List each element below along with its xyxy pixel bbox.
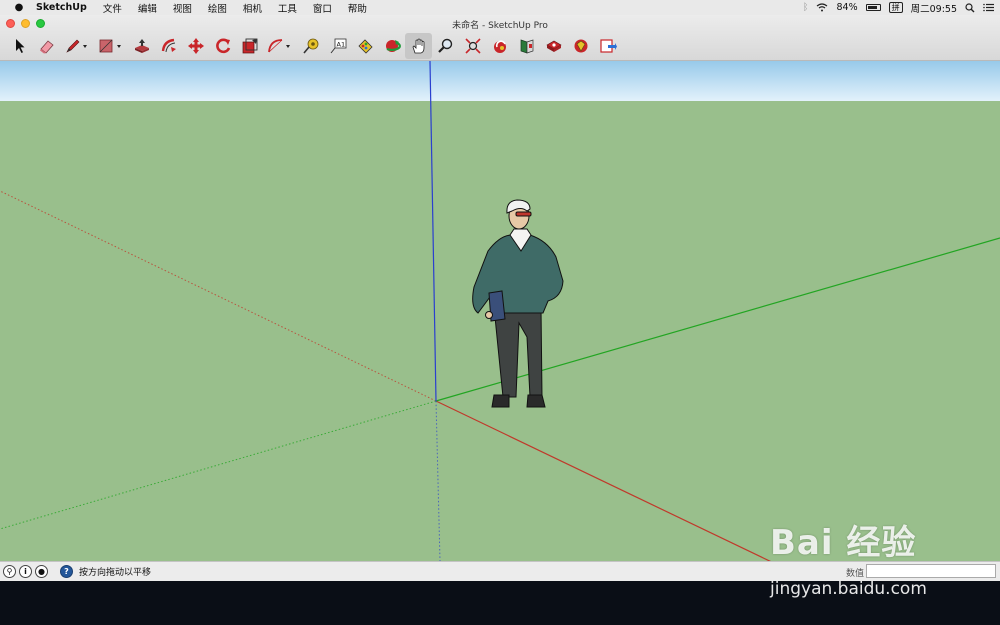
- menu-bar: ● SketchUp 文件 编辑 视图 绘图 相机 工具 窗口 帮助 ᛒ 84%…: [0, 0, 1000, 15]
- measurements-label: 数值: [845, 569, 864, 579]
- figure-left-shoe: [491, 394, 510, 408]
- send-to-layout-icon: [599, 39, 617, 53]
- tool-eraser[interactable]: [33, 33, 60, 59]
- section-plane-icon: [520, 39, 533, 54]
- geolocation-icon[interactable]: ⚲: [3, 565, 16, 578]
- select-arrow-icon: [15, 39, 24, 53]
- desktop-background: [0, 581, 1000, 625]
- tool-previous-view[interactable]: [486, 33, 513, 59]
- figure-hand: [485, 311, 493, 319]
- main-toolbar: A1: [6, 33, 621, 59]
- component-warehouse-icon: [545, 40, 562, 52]
- tool-send-to-layout[interactable]: [594, 33, 621, 59]
- pencil-icon: [66, 39, 87, 53]
- tool-rectangle[interactable]: [94, 33, 128, 59]
- tool-text[interactable]: A1: [324, 33, 351, 59]
- menu-edit[interactable]: 编辑: [130, 1, 165, 15]
- help-icon[interactable]: ?: [60, 565, 73, 578]
- battery-percent: 84%: [836, 2, 858, 13]
- tool-offset[interactable]: [155, 33, 182, 59]
- menu-file[interactable]: 文件: [95, 1, 130, 15]
- tape-measure-icon: [302, 38, 318, 54]
- scene-canvas[interactable]: [0, 61, 1000, 561]
- offset-icon: [161, 38, 176, 53]
- menu-camera[interactable]: 相机: [235, 1, 270, 15]
- push-pull-icon: [134, 39, 149, 53]
- window-title: 未命名 - SketchUp Pro: [452, 21, 548, 31]
- status-hint-text: 按方向拖动以平移: [79, 568, 152, 578]
- menu-extras: ᛒ 84% 拼 周二09:55: [803, 0, 994, 15]
- menu-clock[interactable]: 周二09:55: [911, 1, 957, 15]
- screen: ● SketchUp 文件 编辑 视图 绘图 相机 工具 窗口 帮助 ᛒ 84%…: [0, 0, 1000, 625]
- tool-orbit[interactable]: [378, 33, 405, 59]
- spotlight-search-icon[interactable]: [965, 2, 975, 13]
- pan-hand-icon: [412, 38, 424, 54]
- user-account-icon[interactable]: ●: [35, 565, 48, 578]
- arc-icon: [268, 39, 290, 53]
- tool-pencil[interactable]: [60, 33, 94, 59]
- svg-text:A1: A1: [336, 41, 345, 49]
- text-label-icon: A1: [330, 38, 346, 54]
- previous-view-icon: [493, 40, 506, 53]
- tool-rotate[interactable]: [209, 33, 236, 59]
- sky: [0, 61, 1000, 101]
- wifi-icon[interactable]: [816, 3, 828, 12]
- tool-select[interactable]: [6, 33, 33, 59]
- figure-sunglasses: [515, 211, 532, 217]
- bluetooth-icon[interactable]: ᛒ: [803, 2, 809, 13]
- measurements-input[interactable]: [866, 564, 996, 578]
- tool-pan[interactable]: [405, 33, 432, 59]
- menu-tools[interactable]: 工具: [270, 1, 305, 15]
- paint-bucket-icon: [357, 39, 373, 54]
- notification-center-icon[interactable]: [983, 3, 994, 12]
- tool-push-pull[interactable]: [128, 33, 155, 59]
- tool-layout[interactable]: [567, 33, 594, 59]
- input-method-icon[interactable]: 拼: [888, 2, 903, 13]
- menu-view[interactable]: 视图: [165, 1, 200, 15]
- tool-arc[interactable]: [263, 33, 297, 59]
- drawing-viewport[interactable]: [0, 61, 1000, 561]
- tool-move[interactable]: [182, 33, 209, 59]
- orbit-icon: [385, 40, 401, 52]
- tool-warehouse[interactable]: [513, 33, 540, 59]
- rectangle-icon: [99, 39, 121, 53]
- tool-paint-bucket[interactable]: [351, 33, 378, 59]
- menu-draw[interactable]: 绘图: [200, 1, 235, 15]
- figure-right-shoe: [526, 394, 546, 408]
- status-bar: ⚲ i ● ? 按方向拖动以平移 数值: [0, 561, 1000, 581]
- battery-icon[interactable]: [865, 4, 881, 11]
- apple-menu-icon[interactable]: ●: [12, 2, 26, 13]
- tool-zoom[interactable]: [432, 33, 459, 59]
- scale-icon: [242, 38, 257, 54]
- move-icon: [187, 38, 204, 54]
- tool-tape-measure[interactable]: [297, 33, 324, 59]
- zoom-magnifier-icon: [437, 38, 452, 53]
- menu-help[interactable]: 帮助: [340, 1, 375, 15]
- window-titlebar: 未命名 - SketchUp Pro A1: [0, 15, 1000, 61]
- menu-app-sketchup[interactable]: SketchUp: [26, 2, 95, 13]
- rotate-icon: [215, 38, 230, 54]
- tool-scale[interactable]: [236, 33, 263, 59]
- tool-zoom-extents[interactable]: [459, 33, 486, 59]
- zoom-extents-icon: [464, 38, 481, 54]
- tool-extension-warehouse[interactable]: [540, 33, 567, 59]
- menu-window[interactable]: 窗口: [305, 1, 340, 15]
- eraser-icon: [39, 40, 54, 54]
- credits-info-icon[interactable]: i: [19, 565, 32, 578]
- extension-gem-icon: [574, 39, 587, 53]
